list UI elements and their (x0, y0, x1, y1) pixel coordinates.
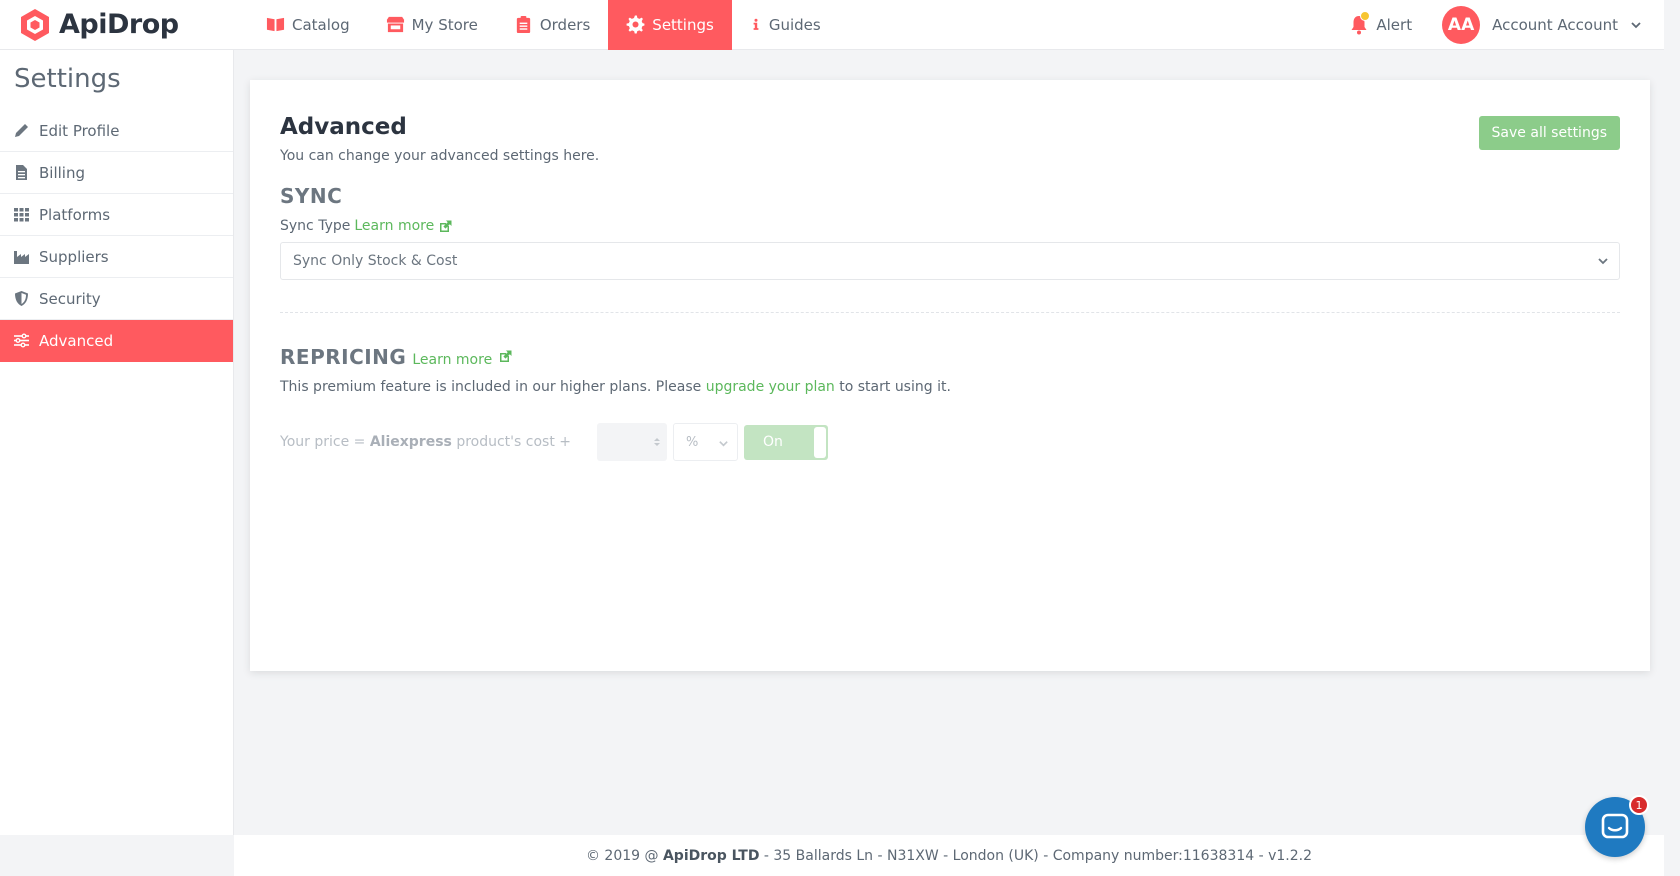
sync-type-label: Sync Type (280, 218, 351, 234)
sidebar-item-label: Suppliers (39, 247, 109, 266)
sidebar-item-edit-profile[interactable]: Edit Profile (0, 110, 233, 152)
repricing-section-title: REPRICING (280, 345, 407, 369)
top-right-area: Alert AA Account Account (1350, 0, 1664, 50)
shield-icon (15, 291, 28, 306)
sidebar-title: Settings (14, 64, 121, 94)
footer: © 2019 @ ApiDrop LTD - 35 Ballards Ln - … (234, 835, 1664, 876)
info-icon (753, 18, 759, 30)
nav-label: Catalog (292, 15, 350, 34)
page-subtitle: You can change your advanced settings he… (280, 148, 600, 164)
alert-button[interactable]: Alert (1350, 10, 1413, 35)
chat-launcher-button[interactable]: 1 (1585, 795, 1649, 857)
sync-type-label-row: Sync Type Learn more (280, 218, 1620, 234)
sync-type-selected: Sync Only Stock & Cost (293, 253, 458, 269)
top-navbar: ApiDrop Catalog My Store Orders Settings… (0, 0, 1664, 50)
avatar: AA (1442, 5, 1481, 44)
brand-name: ApiDrop (59, 9, 179, 40)
settings-sidebar: Settings Edit Profile Billing Platforms … (0, 50, 234, 835)
chevron-down-icon (1598, 258, 1608, 265)
gear-icon (626, 15, 645, 34)
stepper-arrows-icon[interactable] (653, 436, 661, 448)
sidebar-item-label: Billing (39, 163, 85, 182)
markup-unit: % (686, 434, 699, 450)
footer-suffix: - 35 Ballards Ln - N31XW - London (UK) -… (763, 847, 1312, 864)
main-nav: Catalog My Store Orders Settings Guides (248, 0, 839, 50)
sync-type-select[interactable]: Sync Only Stock & Cost (280, 242, 1620, 280)
chevron-down-icon (1631, 21, 1641, 28)
section-divider (280, 312, 1620, 313)
card-header: Advanced You can change your advanced se… (280, 114, 1620, 164)
account-menu[interactable]: AA Account Account (1442, 5, 1642, 44)
premium-suffix: to start using it. (839, 379, 951, 395)
store-icon (386, 16, 404, 33)
account-name: Account Account (1492, 15, 1618, 34)
toggle-label: On (763, 434, 783, 450)
advanced-settings-card: Advanced You can change your advanced se… (250, 80, 1650, 671)
nav-item-my-store[interactable]: My Store (368, 0, 496, 50)
sidebar-item-security[interactable]: Security (0, 278, 233, 320)
nav-item-orders[interactable]: Orders (496, 0, 608, 50)
grid-icon (14, 208, 29, 222)
document-icon (16, 165, 27, 180)
chat-unread-badge: 1 (1629, 795, 1649, 815)
nav-label: My Store (411, 15, 478, 34)
alert-label: Alert (1376, 15, 1413, 34)
sidebar-item-platforms[interactable]: Platforms (0, 194, 233, 236)
nav-label: Settings (652, 15, 714, 34)
repricing-formula-row: Your price = Aliexpress product's cost +… (280, 423, 1620, 461)
nav-label: Guides (768, 15, 821, 34)
sync-learn-more-link[interactable]: Learn more (354, 218, 434, 234)
footer-prefix: © 2019 @ (585, 847, 659, 864)
chevron-down-icon (719, 441, 728, 447)
price-prefix: Your price = (280, 434, 366, 450)
external-link-icon[interactable] (438, 219, 453, 234)
clipboard-icon (516, 15, 530, 34)
price-formula-label: Your price = Aliexpress product's cost + (280, 434, 571, 450)
sidebar-item-label: Security (39, 289, 101, 308)
nav-item-catalog[interactable]: Catalog (248, 0, 368, 50)
premium-notice: This premium feature is included in our … (280, 379, 1620, 395)
footer-company: ApiDrop LTD (662, 847, 760, 864)
repricing-toggle[interactable]: On (744, 424, 828, 460)
nav-item-guides[interactable]: Guides (732, 0, 839, 50)
sliders-icon (14, 333, 29, 348)
sidebar-item-label: Platforms (39, 205, 111, 224)
upgrade-plan-link[interactable]: upgrade your plan (706, 379, 835, 395)
nav-item-settings[interactable]: Settings (608, 0, 732, 50)
repricing-learn-more-link[interactable]: Learn more (412, 352, 492, 368)
nav-label: Orders (539, 15, 591, 34)
premium-prefix: This premium feature is included in our … (280, 379, 702, 395)
repricing-header: REPRICING Learn more (280, 345, 1620, 369)
save-all-settings-button[interactable]: Save all settings (1478, 116, 1620, 150)
sidebar-item-label: Edit Profile (39, 121, 120, 140)
factory-icon (14, 251, 29, 264)
markup-number-input[interactable] (597, 423, 667, 461)
page-title: Advanced (280, 114, 407, 140)
chat-icon (1601, 813, 1629, 839)
pencil-icon (15, 124, 28, 137)
external-link-icon[interactable] (498, 349, 513, 364)
brand-logo[interactable]: ApiDrop (0, 0, 248, 50)
price-suffix: product's cost + (456, 434, 571, 450)
sidebar-item-billing[interactable]: Billing (0, 152, 233, 194)
sync-section-title: SYNC (280, 184, 343, 208)
alert-indicator (1360, 10, 1371, 21)
markup-unit-select[interactable]: % (673, 423, 738, 461)
sidebar-item-label: Advanced (39, 331, 114, 350)
toggle-knob (814, 426, 826, 458)
price-supplier: Aliexpress (369, 434, 452, 450)
book-icon (266, 17, 285, 32)
sidebar-item-suppliers[interactable]: Suppliers (0, 236, 233, 278)
sidebar-item-advanced[interactable]: Advanced (0, 320, 233, 362)
cube-logo-icon (21, 8, 49, 41)
